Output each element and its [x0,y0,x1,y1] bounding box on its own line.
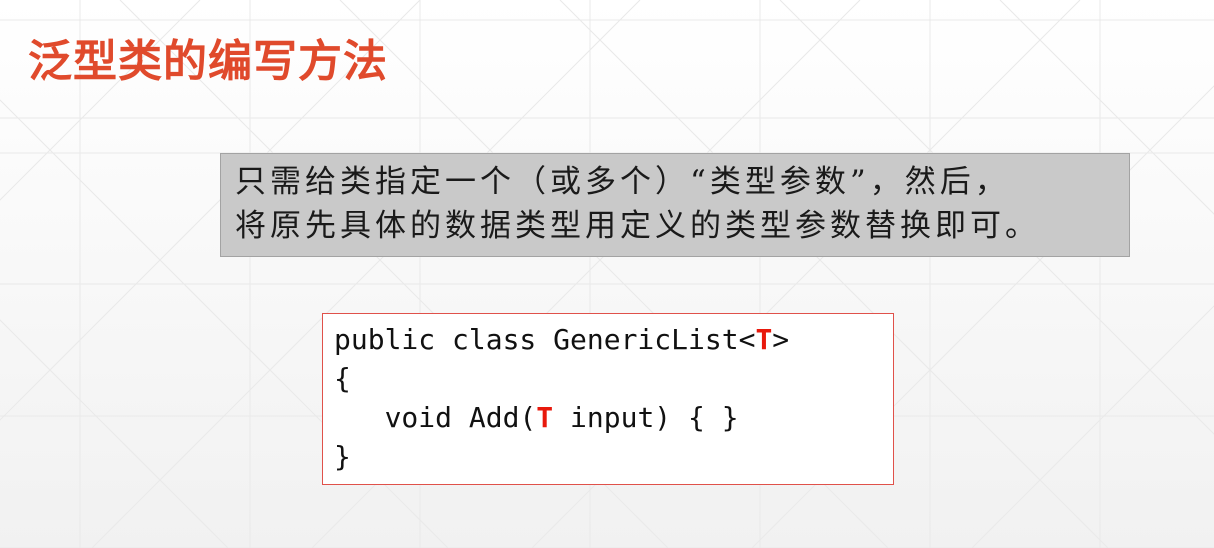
code-text: void Add( [334,401,537,434]
code-text: input) { } [553,401,739,434]
note-line-2: 将原先具体的数据类型用定义的类型参数替换即可。 [235,208,1040,244]
code-text: public class GenericList< [334,323,756,356]
type-parameter: T [755,323,773,356]
code-line-3: void Add(T input) { } [334,398,893,437]
slide-title: 泛型类的编写方法 [28,36,388,87]
code-sample-box: public class GenericList<T> { void Add(T… [322,313,894,485]
code-line-1: public class GenericList<T> [334,320,893,359]
note-callout: 只需给类指定一个（或多个）“类型参数”，然后， 将原先具体的数据类型用定义的类型… [220,153,1130,257]
note-line-1: 只需给类指定一个（或多个）“类型参数”，然后， [235,164,1010,200]
code-text: > [772,323,790,356]
code-line-4: } [334,440,351,473]
type-parameter: T [536,401,554,434]
code-line-2: { [334,362,351,395]
